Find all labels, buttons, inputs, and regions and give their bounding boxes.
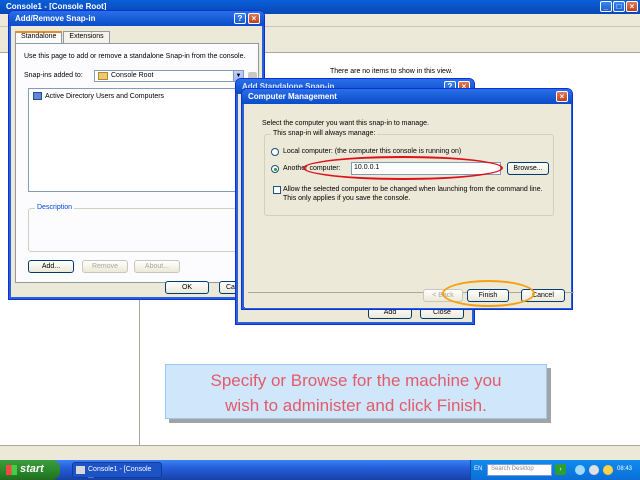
standalone-tab-panel: Use this page to add or remove a standal…: [15, 43, 259, 283]
desktop-search-input[interactable]: Search Desktop: [487, 464, 552, 476]
language-indicator[interactable]: EN: [474, 466, 482, 472]
browse-button[interactable]: Browse...: [507, 162, 549, 175]
intro-text: Use this page to add or remove a standal…: [24, 53, 246, 60]
minimize-icon[interactable]: _: [600, 1, 612, 12]
group-label: This snap-in will always manage:: [271, 130, 378, 137]
allow-change-checkbox[interactable]: [273, 186, 281, 194]
clock: 08:43: [616, 466, 632, 472]
description-group: Description: [28, 204, 248, 252]
local-computer-label: Local computer: (the computer this conso…: [283, 148, 462, 155]
cm-dialog-body: Select the computer you want this snap-i…: [245, 104, 574, 308]
allow-change-label: Allow the selected computer to be change…: [283, 186, 543, 202]
close-icon[interactable]: ×: [626, 1, 638, 12]
description-label: Description: [35, 204, 75, 211]
empty-view-message: There are no items to show in this view.: [330, 68, 453, 75]
close-icon[interactable]: ×: [248, 13, 260, 24]
caption-line-1: Specify or Browse for the machine you: [210, 371, 502, 390]
tab-extensions[interactable]: Extensions: [63, 31, 110, 43]
remove-button[interactable]: Remove: [82, 260, 128, 273]
tutorial-caption: Specify or Browse for the machine you wi…: [165, 364, 547, 419]
added-to-label: Snap-ins added to:: [24, 72, 83, 79]
ok-button[interactable]: OK: [165, 281, 209, 294]
added-to-select[interactable]: Console Root ▼: [94, 70, 244, 82]
caption-line-2: wish to administer and click Finish.: [225, 396, 487, 415]
added-to-value: Console Root: [111, 72, 154, 79]
close-icon[interactable]: ×: [556, 91, 568, 102]
computer-field-highlight: [303, 156, 503, 180]
network-icon[interactable]: [575, 465, 585, 475]
console-statusbar: [0, 445, 640, 460]
cm-dialog-titlebar: Computer Management ×: [242, 89, 572, 104]
start-button[interactable]: start: [0, 460, 60, 480]
volume-icon[interactable]: [589, 465, 599, 475]
taskbar: start Console1 - [Console ... EN Search …: [0, 460, 640, 480]
another-computer-radio[interactable]: [271, 165, 279, 173]
list-item-label: Active Directory Users and Computers: [45, 92, 165, 100]
security-icon[interactable]: [603, 465, 613, 475]
search-go-icon[interactable]: ›: [555, 464, 566, 475]
windows-logo-icon: [6, 465, 17, 475]
directory-icon: [33, 92, 42, 100]
taskbar-item-console[interactable]: Console1 - [Console ...: [72, 462, 162, 480]
computer-management-dialog: Computer Management × Select the compute…: [241, 88, 574, 310]
add-button[interactable]: Add...: [28, 260, 74, 273]
help-icon[interactable]: ?: [234, 13, 246, 24]
snapin-list[interactable]: Active Directory Users and Computers: [28, 88, 248, 192]
list-item[interactable]: Active Directory Users and Computers: [33, 92, 164, 100]
finish-button-highlight: [442, 280, 535, 307]
add-remove-snapin-dialog: Add/Remove Snap-in ? × Standalone Extens…: [8, 10, 265, 300]
snapin-dialog-title: Add/Remove Snap-in: [15, 14, 96, 23]
about-button[interactable]: About...: [134, 260, 180, 273]
cm-dialog-title: Computer Management: [248, 92, 337, 101]
tab-standalone[interactable]: Standalone: [15, 31, 63, 43]
snapin-dialog-titlebar: Add/Remove Snap-in ? ×: [9, 11, 264, 26]
start-label: start: [20, 463, 44, 475]
console-app-icon: [76, 466, 85, 474]
task-item-label: Console1 - [Console ...: [88, 466, 152, 480]
system-tray: EN Search Desktop › 08:43: [470, 460, 640, 480]
cm-instruction: Select the computer you want this snap-i…: [262, 120, 429, 127]
maximize-icon[interactable]: □: [613, 1, 625, 12]
folder-icon: [98, 72, 108, 80]
local-computer-radio[interactable]: [271, 148, 279, 156]
